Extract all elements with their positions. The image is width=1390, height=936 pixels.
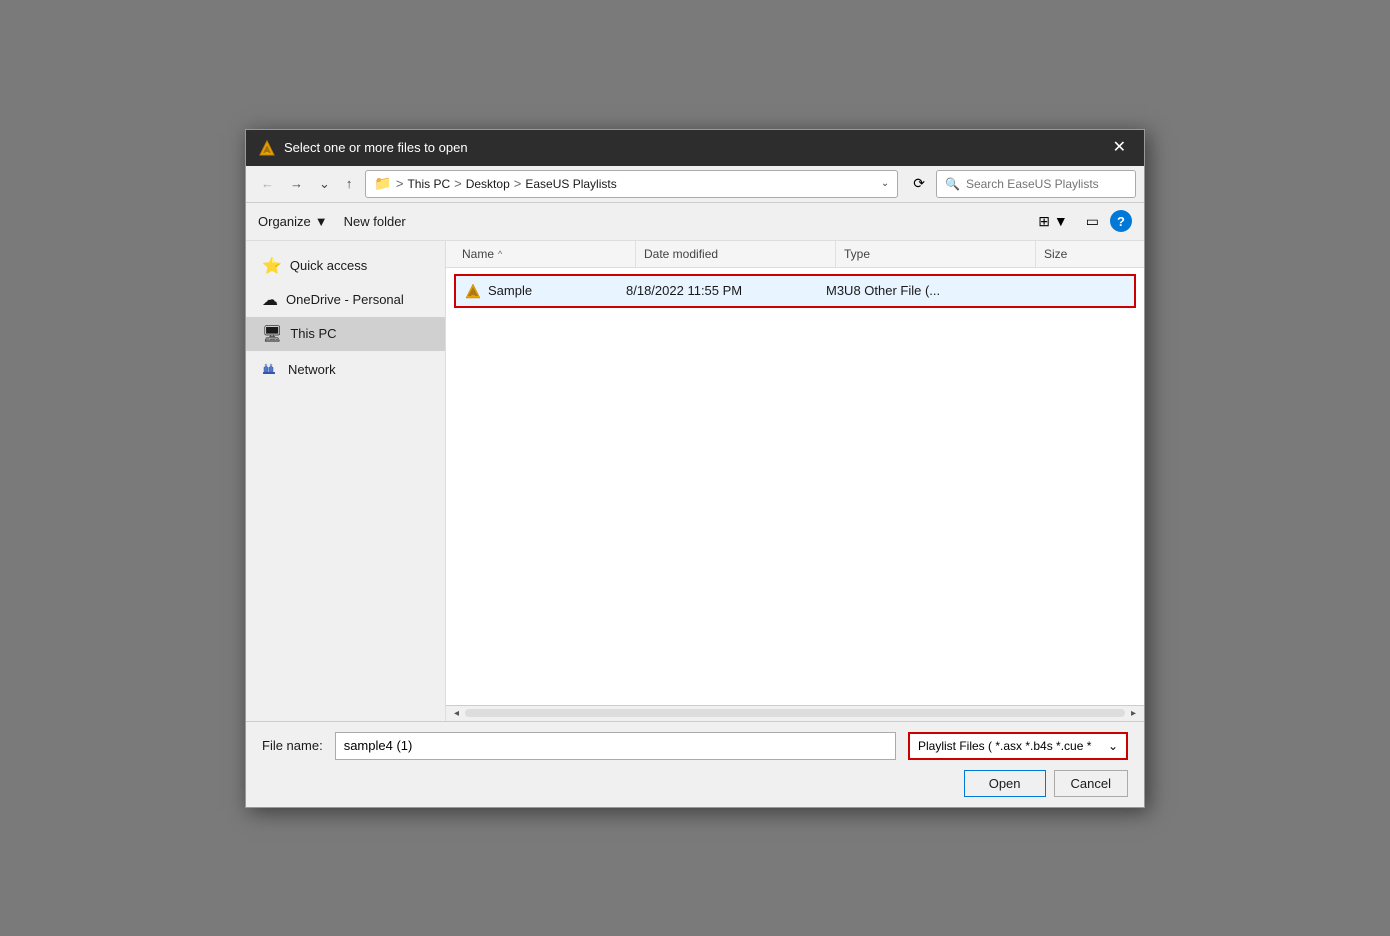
scroll-left-button[interactable]: ◂	[450, 708, 463, 719]
filename-row: File name: Playlist Files ( *.asx *.b4s …	[262, 732, 1128, 760]
options-bar: Organize ▼ New folder ⊞ ▼ ▭ ?	[246, 203, 1144, 241]
navigation-toolbar: ← → ⌄ ↑ 📁 > This PC > Desktop > EaseUS P…	[246, 166, 1144, 203]
scroll-right-button[interactable]: ▸	[1127, 708, 1140, 719]
organize-button[interactable]: Organize ▼	[258, 214, 328, 229]
search-input[interactable]	[966, 177, 1127, 191]
filetype-value: Playlist Files ( *.asx *.b4s *.cue *	[918, 739, 1091, 753]
search-bar: 🔍	[936, 170, 1136, 198]
col-header-type[interactable]: Type	[836, 241, 1036, 267]
this-pc-icon: 🖥	[262, 324, 282, 344]
scrollbar-area: ◂ ▸	[446, 705, 1144, 721]
breadcrumb-sep-3: >	[514, 176, 522, 191]
cancel-button[interactable]: Cancel	[1054, 770, 1128, 797]
bottom-bar: File name: Playlist Files ( *.asx *.b4s …	[246, 721, 1144, 807]
filename-label: File name:	[262, 738, 323, 753]
title-bar: Select one or more files to open ✕	[246, 130, 1144, 166]
search-icon: 🔍	[945, 177, 960, 191]
sidebar-label-onedrive: OneDrive - Personal	[286, 292, 404, 307]
onedrive-icon: ☁	[262, 290, 278, 310]
breadcrumb-easeus[interactable]: EaseUS Playlists	[525, 177, 616, 191]
help-button[interactable]: ?	[1110, 210, 1132, 232]
view-icon: ⊞	[1038, 213, 1050, 229]
breadcrumb-dropdown-button[interactable]: ⌄	[881, 178, 889, 189]
sidebar-item-quick-access[interactable]: ⭐ Quick access	[246, 249, 445, 283]
col-header-size[interactable]: Size	[1036, 241, 1136, 267]
file-list: Name ^ Date modified Type Size	[446, 241, 1144, 721]
forward-button[interactable]: →	[283, 171, 310, 196]
title-bar-left: Select one or more files to open	[258, 139, 468, 157]
network-icon	[262, 358, 280, 381]
file-list-header: Name ^ Date modified Type Size	[446, 241, 1144, 268]
organize-arrow: ▼	[315, 214, 328, 229]
file-cell-type: M3U8 Other File (...	[826, 282, 1026, 300]
file-cell-size	[1026, 282, 1126, 300]
sidebar-item-onedrive[interactable]: ☁ OneDrive - Personal	[246, 283, 445, 317]
breadcrumb-sep-2: >	[454, 176, 462, 191]
folder-icon: 📁	[374, 175, 391, 192]
table-row[interactable]: Sample 8/18/2022 11:55 PM M3U8 Other Fil…	[454, 274, 1136, 308]
up-button[interactable]: ↑	[339, 171, 360, 196]
refresh-button[interactable]: ⟳	[904, 170, 934, 197]
file-cell-date: 8/18/2022 11:55 PM	[626, 282, 826, 300]
view-icon-button[interactable]: ⊞ ▼	[1031, 209, 1074, 234]
filetype-arrow: ⌄	[1108, 739, 1118, 753]
file-cell-name: Sample	[464, 282, 626, 300]
file-open-dialog: Select one or more files to open ✕ ← → ⌄…	[245, 129, 1145, 808]
back-button[interactable]: ←	[254, 171, 281, 196]
breadcrumb-desktop[interactable]: Desktop	[466, 177, 510, 191]
sidebar-item-this-pc[interactable]: 🖥 This PC	[246, 317, 445, 351]
dialog-title: Select one or more files to open	[284, 140, 468, 155]
sidebar-label-this-pc: This PC	[290, 326, 336, 341]
pane-toggle-button[interactable]: ▭	[1079, 209, 1106, 234]
organize-label: Organize	[258, 214, 311, 229]
dropdown-nav-button[interactable]: ⌄	[312, 171, 337, 197]
close-button[interactable]: ✕	[1107, 138, 1132, 158]
col-header-date[interactable]: Date modified	[636, 241, 836, 267]
file-list-body: Sample 8/18/2022 11:55 PM M3U8 Other Fil…	[446, 268, 1144, 705]
scroll-track[interactable]	[465, 709, 1125, 717]
filetype-dropdown[interactable]: Playlist Files ( *.asx *.b4s *.cue * ⌄	[908, 732, 1128, 760]
sort-arrow-name: ^	[498, 249, 502, 259]
action-row: Open Cancel	[262, 770, 1128, 797]
main-area: ⭐ Quick access ☁ OneDrive - Personal 🖥 T…	[246, 241, 1144, 721]
col-header-name[interactable]: Name ^	[454, 241, 636, 267]
view-dropdown-arrow: ▼	[1054, 213, 1068, 229]
breadcrumb-sep-1: >	[396, 176, 404, 191]
open-button[interactable]: Open	[964, 770, 1046, 797]
file-vlc-icon	[464, 282, 482, 300]
breadcrumb-bar[interactable]: 📁 > This PC > Desktop > EaseUS Playlists…	[365, 170, 898, 198]
breadcrumb-this-pc[interactable]: This PC	[407, 177, 450, 191]
sidebar-label-network: Network	[288, 362, 336, 377]
sidebar-label-quick-access: Quick access	[290, 258, 367, 273]
filename-input[interactable]	[335, 732, 896, 760]
new-folder-button[interactable]: New folder	[344, 214, 406, 229]
quick-access-icon: ⭐	[262, 256, 282, 276]
sidebar-item-network[interactable]: Network	[246, 351, 445, 388]
sidebar: ⭐ Quick access ☁ OneDrive - Personal 🖥 T…	[246, 241, 446, 721]
vlc-logo-icon	[258, 139, 276, 157]
view-controls: ⊞ ▼ ▭ ?	[1031, 209, 1132, 234]
